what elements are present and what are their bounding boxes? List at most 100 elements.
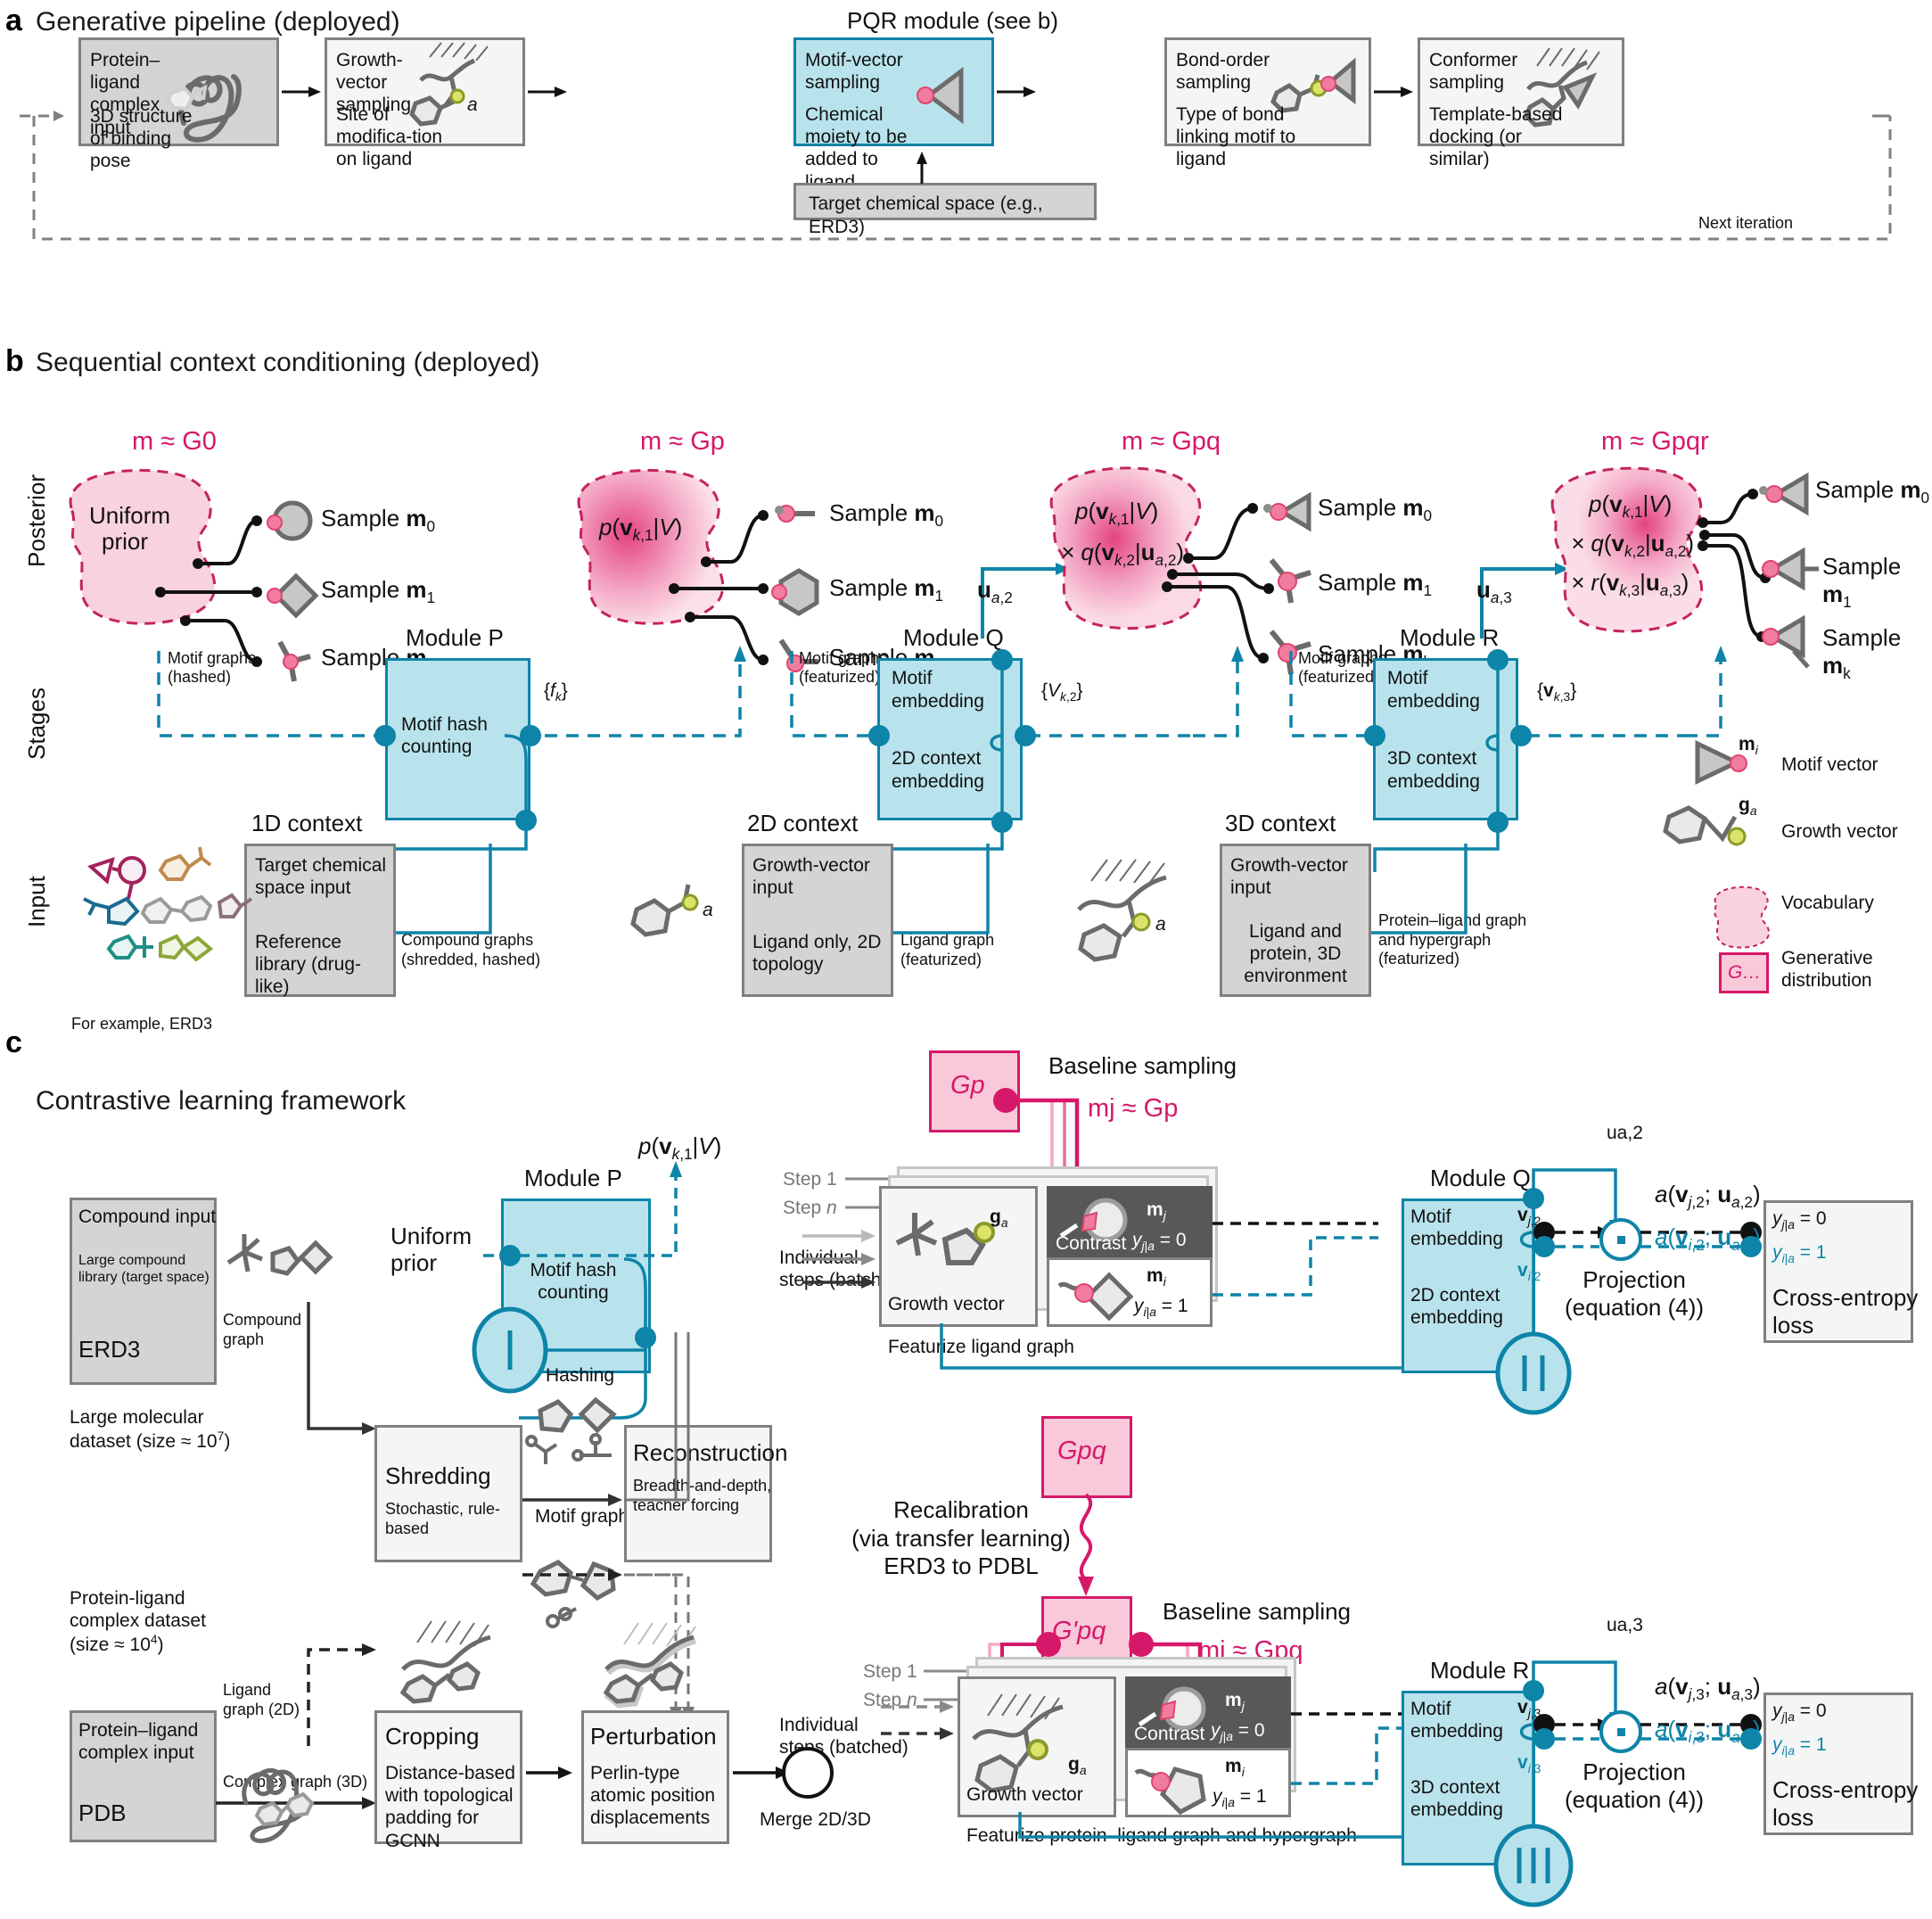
gen-box-gpq-label: Gpq [1057,1437,1106,1465]
module-q-out-b: {Vk,2} [1041,680,1083,704]
projection-top-line2: (equation (4)) [1564,1294,1705,1322]
module-p-wires-b [374,725,541,869]
shredding-title: Shredding [385,1462,491,1489]
contrast-pos-tag-top: mi [1147,1265,1166,1289]
sample-label-2-0: Sample m0 [829,499,944,531]
pipeline-step-1-sub: 3D structure of binding pose [90,106,193,172]
context-1d-heading: 1D context [251,810,363,836]
sample-glyph-cone-4 [1759,472,1809,516]
module-q-wires-b [868,649,1036,872]
row-label-posterior: Posterior [23,474,50,567]
sample-label-3-1: Sample m1 [1318,569,1433,600]
context-2d-molecule [630,884,699,937]
uniform-prior-c-line2: prior [391,1248,438,1276]
u-a3-label: ua,3 [1476,576,1512,607]
merge-node-icon [782,1747,834,1799]
pdb-caption-line2: complex dataset [70,1610,206,1632]
context-2d-edge-line2: (featurized) [900,950,982,968]
stage-edge-1-line2: (hashed) [168,667,232,686]
stage-edge-1: Motif graphs (hashed) [168,649,256,686]
legend-vocabulary-label: Vocabulary [1781,893,1874,913]
uniform-prior-label-c: Uniform prior [391,1223,472,1277]
perturbation-art [603,1622,696,1709]
shredding-sub: Stochastic, rule-based [385,1500,501,1537]
cropping-title: Cropping [385,1723,480,1750]
merge-to-top-stack-arrows [802,1230,876,1289]
pdb-caption-line1: Protein-ligand [70,1588,185,1609]
sample-glyph-diamond-1 [267,572,319,619]
individual-steps-1-line1: Individual [779,1715,859,1735]
sample-label-4-1: Sample m1 [1822,553,1902,612]
shredding-box[interactable] [374,1425,522,1562]
row-label-input: Input [23,876,50,927]
module-r-wires-b [1364,649,1532,872]
gen-box-gp-label: Gp [950,1071,985,1100]
contrast-pos-y-bot: yi|a = 1 [1213,1786,1267,1810]
pipeline-step-5-sub: Template-based docking (or similar) [1429,104,1563,170]
ce-title-bot-line1: Cross-entropy [1772,1776,1919,1803]
context-1d-sub: Reference library (drug-like) [255,932,362,998]
panel-c-letter: c [5,1025,22,1059]
recalibration-line2: (via transfer learning) [851,1524,1071,1552]
perturbation-title: Perturbation [590,1723,717,1750]
context-2d-title: Growth-vector input [752,855,870,899]
sample-label-2-1: Sample m1 [829,574,944,605]
legend-growth-label: Growth vector [1781,821,1898,842]
v-j3-label: vj,3 [1517,1697,1541,1721]
context-3d-molecule [1077,859,1167,962]
u-a2-label: ua,2 [977,576,1013,607]
context-1d-edge-line2: (shredded, hashed) [401,950,541,968]
context-1d-title: Target chemical space input [255,855,387,899]
legend-vocabulary-icon [1714,885,1771,949]
sample-glyph-tri-3 [1269,558,1311,604]
context-3d-sub: Ligand and protein, 3D environment [1244,921,1347,987]
context-3d-wire [1371,844,1467,935]
cropping-sub: Distance-based with topological padding … [385,1763,515,1851]
pdb-wires [216,1643,376,1809]
recalibration-line3: ERD3 to PDBL [884,1552,1039,1580]
baseline-sampling-label-2: Baseline sampling [1163,1598,1352,1625]
contrast-neg-y-top: yj|a = 0 [1132,1230,1187,1254]
target-chemical-space-box[interactable]: Target chemical space (e.g., ERD3) [793,183,1097,237]
panel-c-title: Contrastive learning framework [36,1086,407,1116]
sample-label-1-0: Sample m0 [321,505,436,536]
growth-vector-label-bot: Growth vector [966,1784,1083,1805]
erd3-molecule-cloud [83,846,253,962]
legend-generative-label: Generative distribution [1781,948,1873,992]
pipeline-step-5-title: Conformer sampling [1429,50,1518,94]
module-p-hashing-label: Hashing [546,1365,615,1386]
sample-label-3-0: Sample m0 [1318,494,1433,525]
compound-input-sub: Large compound library (target space) [78,1253,210,1286]
recalibration-wavy-arrow [1078,1493,1094,1596]
compound-input-db: ERD3 [78,1336,141,1363]
context-2d-sub: Ligand only, 2D topology [752,932,882,976]
pipeline-arrow-1 [282,86,321,97]
compound-dataset-caption: Large molecular dataset (size ≈ 107) [70,1406,230,1453]
context-3d-heading: 3D context [1225,810,1336,836]
ce-title-bot-line2: loss [1772,1804,1814,1832]
v-i3-label: vi,3 [1517,1752,1541,1776]
recalibration-line1: Recalibration [893,1496,1029,1523]
module-p-name-b: Module P [406,624,504,651]
growth-tag-bot: ga [1068,1754,1087,1778]
pipeline-arrow-2 [528,86,567,97]
pipeline-arrow-4 [1374,86,1413,97]
pdb-caption-exp: 4 [150,1632,158,1647]
ce-y-top-2: yj|a = 0 [1772,1701,1827,1725]
pdb-dataset-caption: Protein-ligand complex dataset (size ≈ 1… [70,1587,206,1657]
contrast-neg-y-bot: yj|a = 0 [1211,1720,1265,1744]
compound-caption-line2: dataset (size ≈ 10 [70,1431,218,1453]
posterior-1-connectors [155,515,262,667]
cross-entropy-title-top: Cross-entropy loss [1772,1284,1918,1339]
posterior-2-connectors [669,510,769,665]
legend-motif-label: Motif vector [1781,754,1879,775]
cross-entropy-title-bot: Cross-entropy loss [1772,1776,1918,1832]
contrast-pos-y-top: yi|a = 1 [1134,1296,1188,1320]
context-3d-title: Growth-vector input [1230,855,1348,899]
ce-y-bot-2: yi|a = 1 [1772,1734,1827,1758]
projection-bot-line2: (equation (4)) [1564,1786,1705,1814]
uniform-prior-c-line1: Uniform [391,1223,473,1249]
legend-growth-tag: ga [1739,795,1757,819]
pdb-caption-line3: (size ≈ 10 [70,1635,151,1656]
perturbation-sub: Perlin-type atomic position displacement… [590,1763,716,1829]
